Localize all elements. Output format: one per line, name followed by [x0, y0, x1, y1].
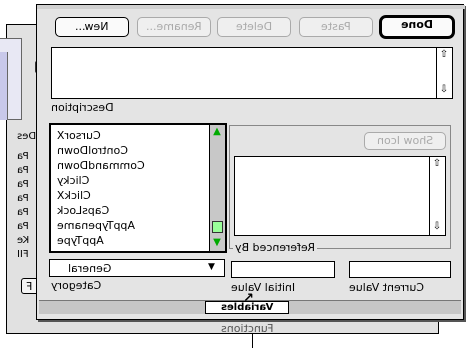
show-icon-button[interactable]: Show Icon: [364, 132, 446, 150]
variables-window: New... Rename... Delete Paste Done ⇧ ⇩ D…: [36, 4, 465, 320]
list-item[interactable]: Clicky: [57, 174, 89, 187]
list-item[interactable]: ControlDown: [57, 144, 128, 157]
left-edge-highlight: [0, 52, 8, 120]
list-item[interactable]: ClickX: [57, 189, 91, 202]
list-item[interactable]: CommandDown: [57, 159, 145, 172]
list-item[interactable]: AppTypename: [57, 219, 135, 232]
scroll-thumb[interactable]: [212, 221, 223, 233]
referenced-by-list[interactable]: ⇧ ⇩: [234, 156, 446, 236]
done-button[interactable]: Done: [379, 15, 455, 39]
paste-button[interactable]: Paste: [299, 17, 373, 37]
up-arrow-icon[interactable]: ⇧: [438, 49, 450, 61]
arrow-cursor-icon: ↗: [243, 291, 254, 306]
delete-button[interactable]: Delete: [217, 17, 291, 37]
referenced-by-label: Referenced By: [233, 241, 317, 254]
variables-scrollbar[interactable]: ▲ ▼: [209, 125, 225, 251]
referenced-by-scrollbar[interactable]: ⇧ ⇩: [429, 157, 445, 235]
list-item[interactable]: CursorX: [57, 129, 101, 142]
list-item[interactable]: CapsLock: [57, 204, 109, 217]
description-scrollbar[interactable]: ⇧ ⇩: [436, 48, 452, 98]
triangle-down-icon: ▼: [208, 262, 215, 272]
rename-button[interactable]: Rename...: [137, 17, 211, 37]
cursor-line: [252, 334, 253, 348]
current-value-label: Current Value: [349, 281, 425, 294]
initial-value-label: Initial Value: [231, 281, 296, 294]
description-label: Description: [51, 101, 114, 114]
current-value-field[interactable]: [349, 261, 451, 278]
referenced-by-group: Show Icon ⇧ ⇩: [229, 125, 451, 249]
category-popup[interactable]: General ▼: [49, 259, 225, 277]
initial-value-field[interactable]: [231, 261, 335, 278]
window-top-edge: [37, 5, 465, 9]
list-item[interactable]: AppType: [57, 234, 104, 247]
up-arrow-icon[interactable]: ⇧: [431, 158, 443, 170]
functions-window-title: Functions: [220, 322, 274, 335]
down-arrow-icon[interactable]: ⇩: [438, 84, 450, 96]
variables-list[interactable]: CursorX ControlDown CommandDown Clicky C…: [49, 123, 227, 253]
new-button[interactable]: New...: [55, 17, 129, 37]
down-arrow-icon[interactable]: ⇩: [431, 221, 443, 233]
down-arrow-icon[interactable]: ▼: [211, 237, 223, 249]
category-label: Category: [51, 279, 102, 292]
description-field[interactable]: ⇧ ⇩: [51, 47, 453, 99]
up-arrow-icon[interactable]: ▲: [211, 126, 223, 138]
